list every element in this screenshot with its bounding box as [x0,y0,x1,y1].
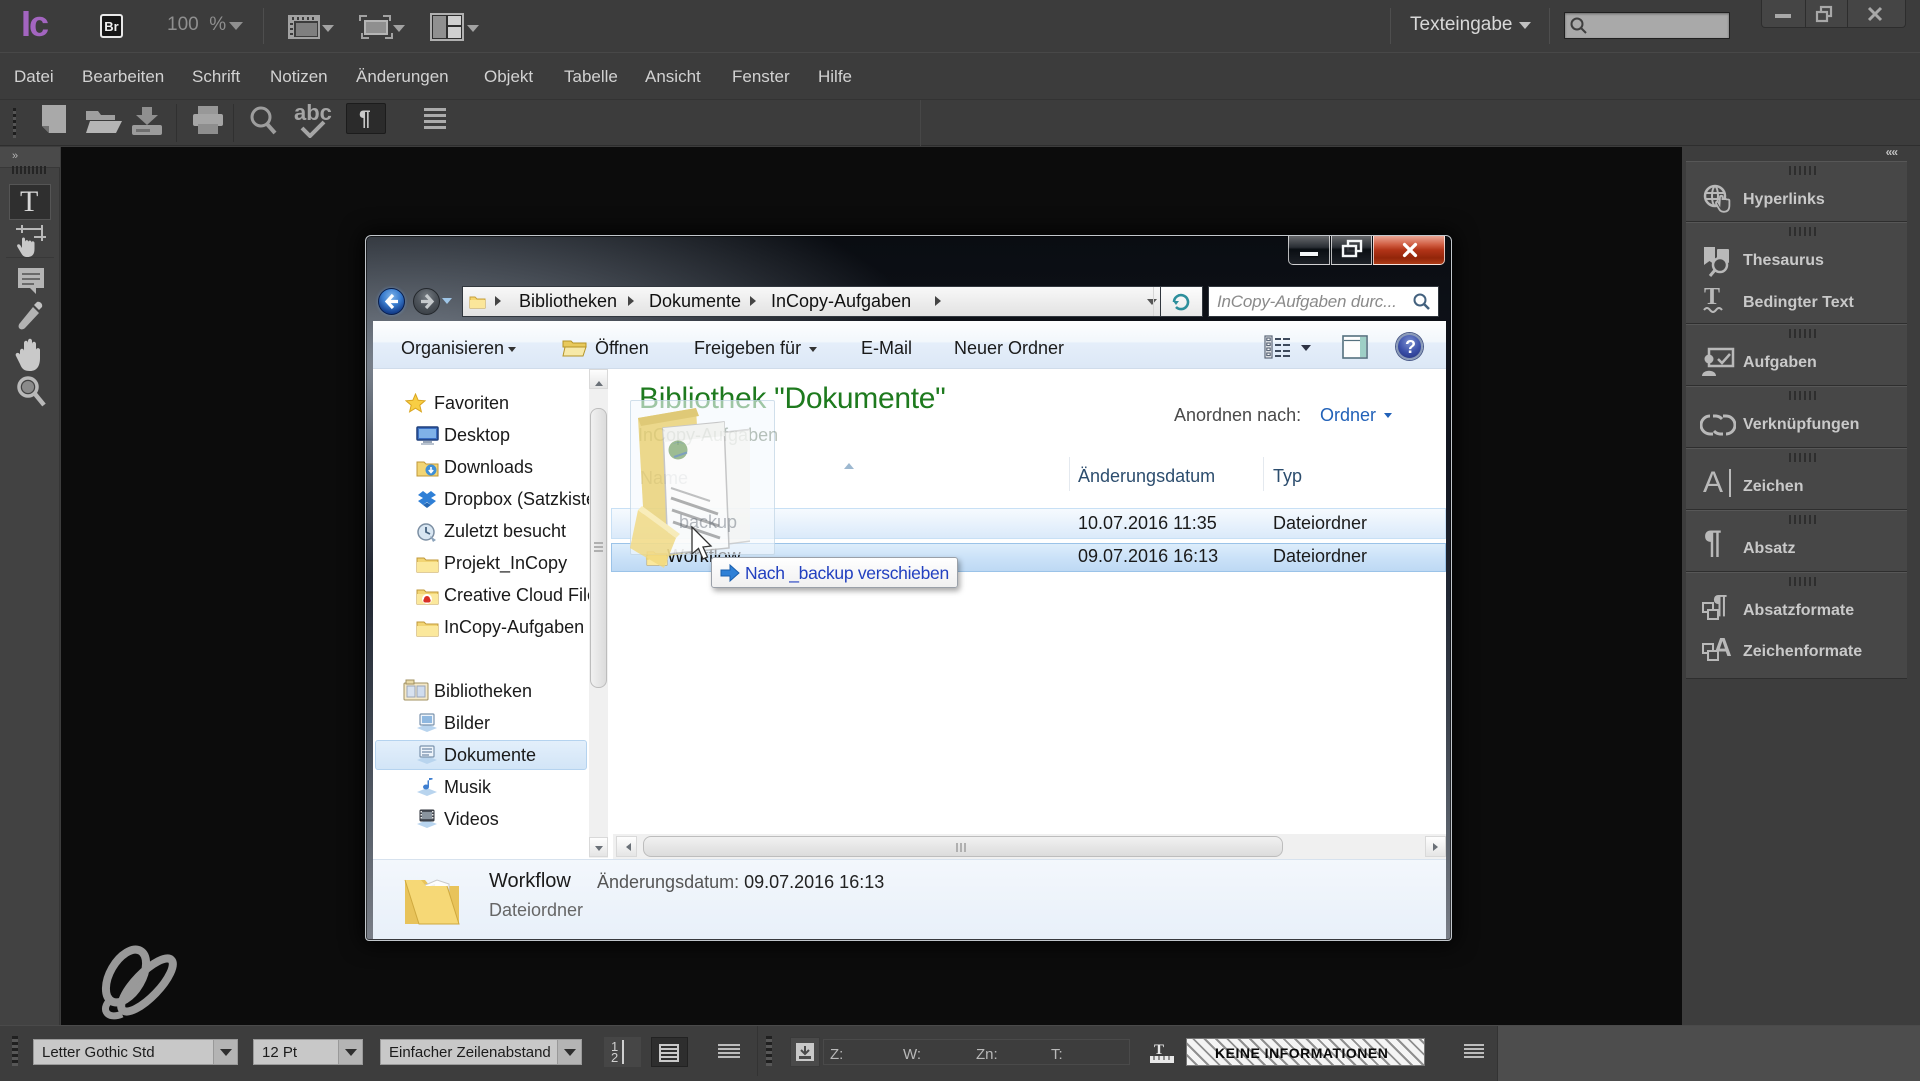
svg-text:T: T [1154,1042,1164,1058]
svg-text:T: T [1704,285,1720,310]
